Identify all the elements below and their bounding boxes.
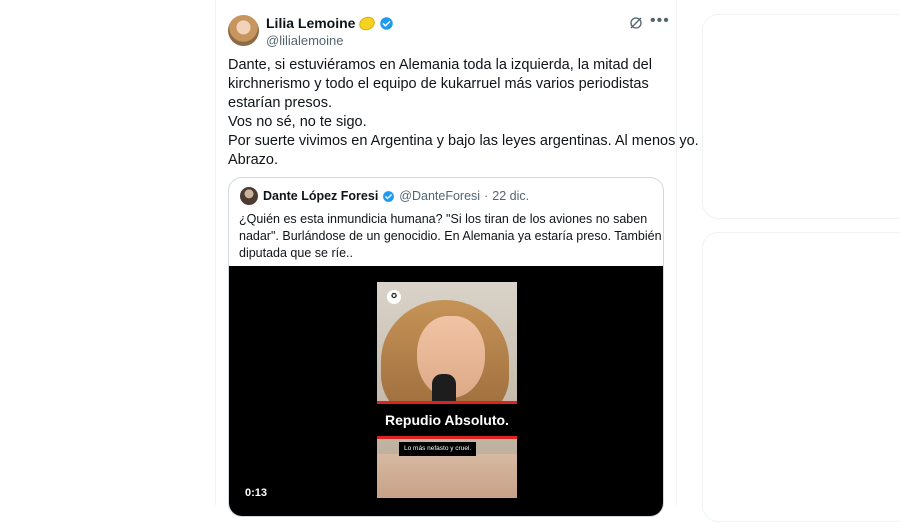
- author-name-row[interactable]: Lilia Lemoine: [266, 14, 394, 33]
- verified-badge-icon: [380, 17, 394, 30]
- tweet-text-line: Vos no sé, no te sigo.: [228, 114, 367, 130]
- author-name[interactable]: Lilia Lemoine: [266, 15, 355, 32]
- video-subbanner: Lo más nefasto y cruel.: [399, 442, 477, 456]
- author-avatar[interactable]: [228, 15, 259, 46]
- video-banner: Repudio Absoluto.: [377, 404, 517, 436]
- quoted-tweet-card[interactable]: Dante López Foresi @DanteForesi · 22 dic…: [228, 177, 664, 517]
- separator-dot: ·: [484, 189, 489, 203]
- tweet-text-line: Dante, si estuviéramos en Alemania toda …: [228, 57, 652, 73]
- banner-red-line: [377, 436, 517, 439]
- quoted-author-handle: @DanteForesi: [399, 189, 481, 203]
- quoted-author-name: Dante López Foresi: [263, 189, 379, 203]
- quoted-text-line: diputada que se ríe..: [239, 246, 353, 260]
- tweet-text-line: Por suerte vivimos en Argentina y bajo l…: [228, 133, 699, 149]
- tweet-text: Dante, si estuviéramos en Alemania toda …: [228, 56, 699, 170]
- tweet-text-line: kirchnerismo y todo el equipo de kukarru…: [228, 76, 649, 92]
- grok-icon[interactable]: [628, 15, 644, 31]
- tweet-text-line: Abrazo.: [228, 152, 278, 168]
- arms-image: [377, 454, 517, 498]
- sidebar-card-top: [702, 14, 900, 219]
- quoted-text-line: nadar". Burlándose de un genocidio. En A…: [239, 229, 664, 243]
- more-options-icon[interactable]: •••: [650, 13, 670, 29]
- sidebar-card-bottom: [702, 232, 900, 522]
- video-duration: 0:13: [245, 487, 268, 499]
- video-player[interactable]: Repudio Absoluto. Lo más nefasto y cruel…: [229, 266, 663, 516]
- verified-badge-icon: [383, 190, 395, 202]
- quoted-tweet-text: ¿Quién es esta inmundicia humana? "Si lo…: [239, 211, 664, 262]
- quoted-author-avatar: [240, 187, 258, 205]
- lemon-emoji-icon: [357, 14, 378, 33]
- quoted-author-row: Dante López Foresi @DanteForesi · 22 dic…: [263, 188, 529, 204]
- tweet-text-line: estarían presos.: [228, 95, 332, 111]
- quoted-text-line: ¿Quién es esta inmundicia humana? "Si lo…: [239, 212, 648, 226]
- author-handle[interactable]: @lilialemoine: [266, 33, 344, 49]
- quoted-tweet-date: 22 dic.: [492, 189, 530, 203]
- channel-logo-icon: ✪: [387, 290, 401, 304]
- video-thumbnail: Repudio Absoluto. Lo más nefasto y cruel…: [377, 282, 517, 498]
